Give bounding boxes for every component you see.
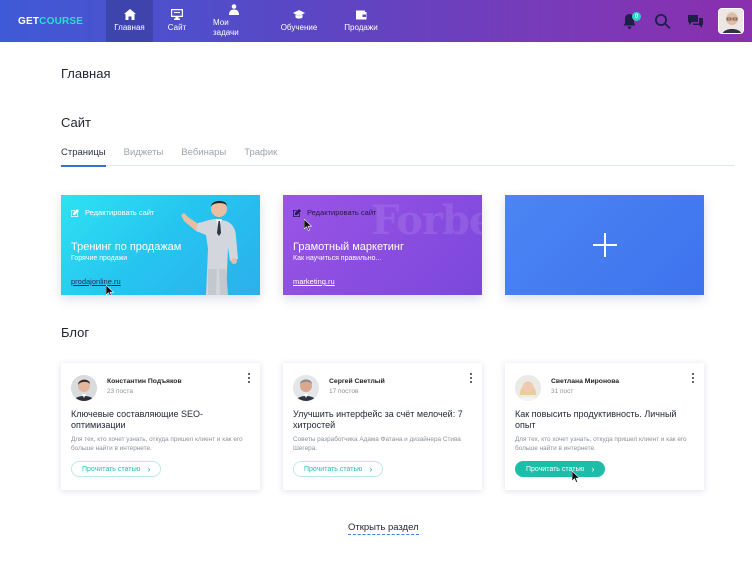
page-title: Главная [61, 66, 111, 81]
more-options-icon[interactable] [248, 373, 252, 385]
author-photo-icon [293, 375, 319, 401]
nav-item-sales[interactable]: Продажи [331, 0, 391, 42]
author-name[interactable]: Сергей Светлый [329, 378, 385, 385]
nav-item-site[interactable]: Сайт [153, 0, 201, 42]
read-article-button[interactable]: Прочитать статью › [293, 461, 384, 477]
tab-webinars[interactable]: Вебинары [181, 147, 226, 166]
user-photo-icon [719, 9, 743, 33]
more-options-icon[interactable] [692, 373, 696, 385]
blog-section-title: Блог [61, 325, 90, 340]
plus-icon [593, 233, 617, 257]
mouse-cursor-icon [106, 285, 115, 295]
search-button[interactable] [652, 11, 672, 31]
read-article-button[interactable]: Прочитать статью › [515, 461, 606, 477]
post-title[interactable]: Улучшить интерфейс за счёт мелочей: 7 хи… [293, 409, 473, 431]
site-tabs: Страницы Виджеты Вебинары Трафик [61, 147, 735, 167]
author-avatar [293, 375, 319, 401]
edit-icon [71, 208, 79, 217]
home-icon [123, 9, 136, 20]
chevron-right-icon: › [147, 463, 151, 474]
post-description: Советы разработчика Адама Фатана и дизай… [293, 436, 461, 452]
blog-post-card: Светлана Миронова 31 пост Как повысить п… [505, 363, 704, 490]
author-post-count: 23 поста [107, 388, 133, 395]
author-photo-icon [71, 375, 97, 401]
forbes-watermark: Forbes [371, 197, 482, 244]
tab-widgets[interactable]: Виджеты [124, 147, 164, 166]
search-icon [654, 13, 670, 29]
add-site-card[interactable] [505, 195, 704, 295]
site-card-marketing[interactable]: Forbes Редактировать сайт Грамотный марк… [283, 195, 482, 295]
nav-item-label: Главная [114, 23, 145, 32]
wallet-icon [356, 10, 367, 20]
chat-icon [687, 14, 703, 28]
tab-pages[interactable]: Страницы [61, 147, 106, 167]
nav-item-label: Сайт [167, 23, 187, 32]
site-card-subtitle: Как научиться правильно... [293, 255, 382, 262]
author-avatar [71, 375, 97, 401]
tab-traffic[interactable]: Трафик [244, 147, 277, 166]
monitor-icon [171, 9, 183, 20]
site-card-sales-training[interactable]: Редактировать сайт Тренинг по продажам Г… [61, 195, 260, 295]
site-card-link[interactable]: marketing.ru [293, 277, 335, 286]
blog-post-card: Сергей Светлый 17 постов Улучшить интерф… [283, 363, 482, 490]
notifications-badge: 0 [632, 12, 641, 21]
mouse-cursor-icon [304, 219, 313, 231]
nav-item-label: Мои задачи [213, 18, 239, 37]
edit-site-button[interactable]: Редактировать сайт [293, 208, 376, 217]
notifications-button[interactable]: 0 [619, 11, 641, 31]
author-post-count: 31 пост [551, 388, 574, 395]
site-card-subtitle: Горячие продажи [71, 255, 128, 262]
site-section-title: Сайт [61, 115, 91, 130]
author-name[interactable]: Константин Подъяков [107, 378, 182, 385]
graduation-cap-icon [293, 10, 305, 19]
edit-icon [293, 208, 301, 217]
nav-item-my-tasks[interactable]: Мои задачи [201, 0, 267, 42]
nav-item-home[interactable]: Главная [106, 0, 153, 42]
read-article-button[interactable]: Прочитать статью › [71, 461, 162, 477]
post-description: Для тех, кто хочет узнать, откуда пришел… [515, 436, 687, 452]
nav-item-label: Обучение [280, 23, 318, 32]
chat-button[interactable] [685, 11, 705, 31]
nav-item-label: Продажи [344, 23, 378, 32]
post-title[interactable]: Как повысить продуктивность. Личный опыт [515, 409, 695, 431]
chevron-right-icon: › [369, 463, 373, 474]
blog-post-card: Константин Подъяков 23 поста Ключевые со… [61, 363, 260, 490]
site-card-title: Тренинг по продажам [71, 241, 182, 253]
author-photo-icon [515, 375, 541, 401]
logo[interactable]: GET COURSE [0, 0, 106, 42]
post-title[interactable]: Ключевые составляющие SEO-оптимизации [71, 409, 251, 431]
header-actions: 0 [619, 0, 752, 42]
author-name[interactable]: Светлана Миронова [551, 378, 619, 385]
top-navigation-bar: GET COURSE Главная Сайт Мои задачи Обучен… [0, 0, 752, 42]
author-post-count: 17 постов [329, 388, 359, 395]
author-avatar [515, 375, 541, 401]
businessman-image [181, 200, 238, 295]
tasks-icon [229, 4, 239, 15]
more-options-icon[interactable] [470, 373, 474, 385]
site-card-title: Грамотный маркетинг [293, 241, 404, 253]
main-nav: Главная Сайт Мои задачи Обучение Продажи [106, 0, 391, 42]
user-avatar[interactable] [718, 8, 744, 34]
chevron-right-icon: › [591, 463, 595, 474]
mouse-cursor-icon [572, 471, 581, 483]
edit-site-button[interactable]: Редактировать сайт [71, 208, 154, 217]
post-description: Для тех, кто хочет узнать, откуда пришел… [71, 436, 243, 452]
nav-item-learning[interactable]: Обучение [267, 0, 331, 42]
open-section-link[interactable]: Открыть раздел [348, 522, 419, 535]
